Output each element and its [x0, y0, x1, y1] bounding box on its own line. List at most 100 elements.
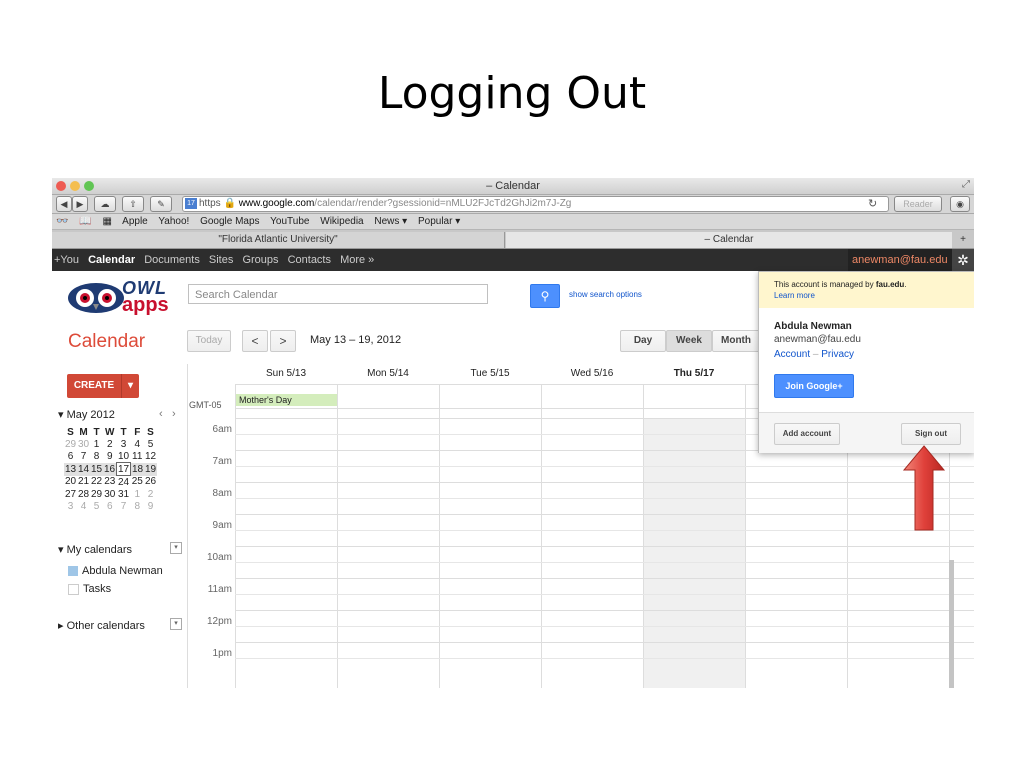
mini-day-cell[interactable]: 26 — [144, 476, 157, 489]
mini-day-cell[interactable]: 29 — [64, 438, 77, 450]
mini-day-cell[interactable]: 15 — [90, 462, 103, 476]
mini-day-cell[interactable]: 25 — [131, 476, 145, 489]
mini-day-cell[interactable]: 3 — [117, 438, 131, 450]
mini-day-cell[interactable]: 29 — [90, 488, 103, 500]
other-calendars-menu-icon[interactable]: ▾ — [170, 618, 182, 630]
sign-out-button[interactable]: Sign out — [901, 423, 961, 445]
bookmark-link[interactable]: Google Maps — [200, 216, 259, 227]
mini-nav-next[interactable]: › — [172, 408, 176, 420]
my-calendars-header[interactable]: ▾ My calendars — [58, 543, 132, 556]
address-bar[interactable]: 17 https 🔒 www.google.com/calendar/render… — [182, 196, 889, 212]
expand-icon[interactable]: ▾ — [58, 409, 64, 421]
bookmark-link[interactable]: Yahoo! — [158, 216, 189, 227]
mini-day-cell[interactable]: 1 — [131, 488, 145, 500]
bookmark-link[interactable]: Wikipedia — [320, 216, 363, 227]
mini-month-title[interactable]: May 2012 — [67, 409, 115, 421]
calendar-item-abdula[interactable]: Abdula Newman — [68, 565, 163, 577]
day-header[interactable]: Tue 5/15 — [439, 368, 541, 379]
mini-day-cell[interactable]: 14 — [77, 462, 90, 476]
mini-day-cell[interactable]: 8 — [90, 450, 103, 463]
gbar-groups[interactable]: Groups — [242, 254, 278, 266]
prev-week-button[interactable]: < — [242, 330, 268, 352]
mini-day-cell[interactable]: 24 — [117, 476, 131, 489]
scrollbar[interactable] — [949, 560, 954, 688]
mini-day-cell[interactable]: 6 — [64, 450, 77, 463]
mini-day-cell[interactable]: 2 — [103, 438, 117, 450]
mini-day-cell[interactable]: 6 — [103, 500, 117, 512]
learn-more-link[interactable]: Learn more — [774, 291, 815, 300]
mini-day-cell[interactable]: 21 — [77, 476, 90, 489]
privacy-link[interactable]: Privacy — [821, 349, 854, 360]
mini-day-cell[interactable]: 16 — [103, 462, 117, 476]
next-week-button[interactable]: > — [270, 330, 296, 352]
forward-button[interactable]: ▶ — [72, 196, 88, 212]
mini-day-cell[interactable]: 9 — [103, 450, 117, 463]
gear-icon[interactable]: ✲ — [952, 249, 974, 271]
search-button[interactable]: ⚲ — [530, 284, 560, 308]
mini-day-cell[interactable]: 27 — [64, 488, 77, 500]
view-month-button[interactable]: Month — [712, 330, 760, 352]
calendar-color-swatch[interactable] — [68, 583, 79, 595]
mini-day-cell[interactable]: 31 — [117, 488, 131, 500]
fullscreen-icon[interactable]: ⤢ — [962, 179, 970, 190]
mini-day-cell[interactable]: 9 — [144, 500, 157, 512]
mini-day-cell[interactable]: 1 — [90, 438, 103, 450]
create-button[interactable]: CREATE ▾ — [67, 374, 139, 398]
my-calendars-menu-icon[interactable]: ▾ — [170, 542, 182, 554]
search-input[interactable]: Search Calendar — [188, 284, 488, 304]
create-dropdown-icon[interactable]: ▾ — [121, 374, 139, 398]
day-header[interactable]: Thu 5/17 — [643, 368, 745, 379]
all-day-event[interactable]: Mother's Day — [236, 394, 337, 406]
mini-day-cell[interactable]: 18 — [130, 462, 144, 476]
mini-day-cell[interactable]: 5 — [144, 438, 157, 450]
mini-day-cell[interactable]: 2 — [144, 488, 157, 500]
share-icon[interactable]: ⇧ — [122, 196, 144, 212]
mini-day-cell[interactable]: 19 — [144, 462, 157, 476]
today-button[interactable]: Today — [187, 330, 231, 352]
gbar-documents[interactable]: Documents — [144, 254, 200, 266]
downloads-icon[interactable]: ◉ — [950, 196, 970, 212]
account-link[interactable]: Account — [774, 349, 810, 360]
bookmark-link[interactable]: News ▾ — [374, 216, 407, 227]
calendar-color-swatch[interactable] — [68, 566, 78, 577]
mini-day-cell[interactable]: 4 — [77, 500, 90, 512]
other-calendars-header[interactable]: ▸ Other calendars — [58, 619, 145, 632]
mini-day-cell[interactable]: 11 — [131, 450, 145, 463]
mini-day-cell[interactable]: 17 — [116, 462, 131, 476]
gbar-sites[interactable]: Sites — [209, 254, 233, 266]
mini-day-cell[interactable]: 28 — [77, 488, 90, 500]
back-button[interactable]: ◀ — [56, 196, 72, 212]
mini-day-cell[interactable]: 30 — [77, 438, 90, 450]
reading-list-icon[interactable]: 👓 — [56, 216, 68, 227]
gbar-plus-you[interactable]: +You — [54, 254, 79, 266]
mini-day-cell[interactable]: 3 — [64, 500, 77, 512]
tab-calendar[interactable]: – Calendar — [506, 232, 952, 248]
top-sites-icon[interactable]: ▦ — [102, 216, 111, 227]
bookmarks-icon[interactable]: 📖 — [79, 216, 91, 227]
calendar-item-tasks[interactable]: Tasks — [68, 583, 111, 595]
mini-day-cell[interactable]: 13 — [64, 462, 77, 476]
join-google-plus-button[interactable]: Join Google+ — [774, 374, 854, 398]
mini-day-cell[interactable]: 4 — [131, 438, 145, 450]
mini-day-cell[interactable]: 7 — [117, 500, 131, 512]
gbar-contacts[interactable]: Contacts — [288, 254, 331, 266]
pin-icon[interactable]: ✎ — [150, 196, 172, 212]
mini-day-cell[interactable]: 30 — [103, 488, 117, 500]
tab-florida-atlantic[interactable]: "Florida Atlantic University" — [52, 232, 505, 248]
mini-day-cell[interactable]: 10 — [117, 450, 131, 463]
day-header[interactable]: Mon 5/14 — [337, 368, 439, 379]
add-account-button[interactable]: Add account — [774, 423, 840, 445]
bookmark-link[interactable]: Popular ▾ — [418, 216, 460, 227]
new-tab-button[interactable]: + — [954, 232, 972, 248]
day-header[interactable]: Sun 5/13 — [235, 368, 337, 379]
gbar-more[interactable]: More » — [340, 254, 374, 266]
reload-icon[interactable]: ↻ — [868, 197, 877, 210]
bookmark-link[interactable]: Apple — [122, 216, 148, 227]
calendar-title[interactable]: Calendar — [68, 331, 145, 353]
mini-day-cell[interactable]: 5 — [90, 500, 103, 512]
icloud-icon[interactable]: ☁ — [94, 196, 116, 212]
view-week-button[interactable]: Week — [666, 330, 712, 352]
reader-button[interactable]: Reader — [894, 196, 942, 212]
show-search-options-link[interactable]: show search options — [569, 290, 642, 299]
mini-day-cell[interactable]: 20 — [64, 476, 77, 489]
